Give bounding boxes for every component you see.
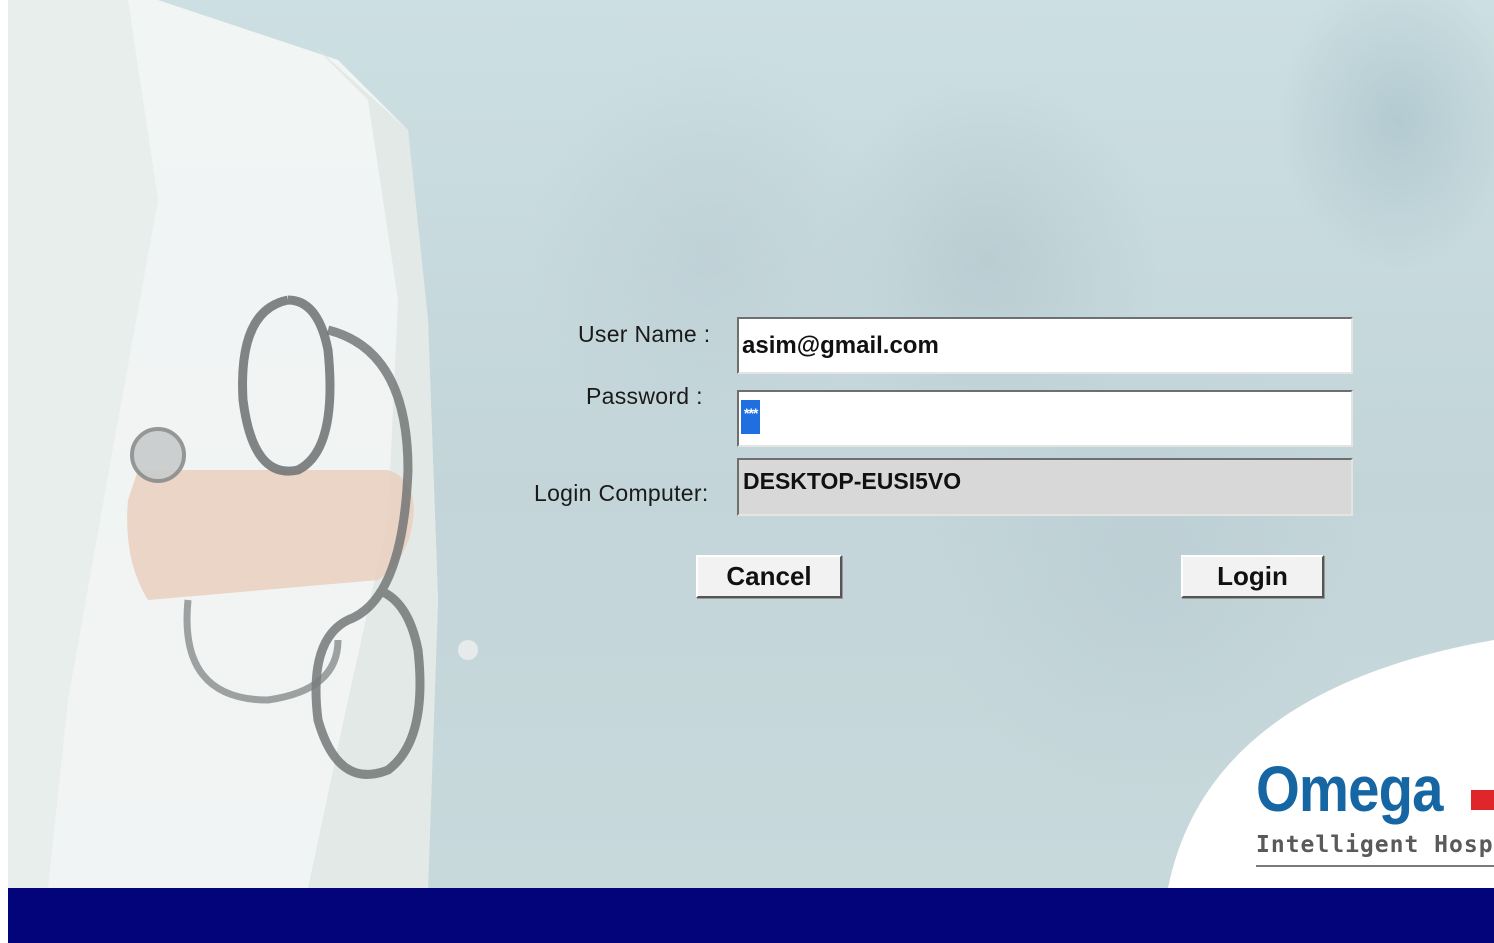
footer-bar	[8, 888, 1494, 943]
logo-accent	[1471, 790, 1494, 810]
window-edge	[0, 0, 8, 943]
password-label: Password :	[586, 383, 703, 409]
username-input[interactable]	[737, 317, 1353, 374]
cancel-button[interactable]: Cancel	[696, 555, 842, 598]
password-input[interactable]: ***	[737, 390, 1353, 447]
hand	[127, 470, 414, 600]
logo-underline	[1256, 865, 1494, 867]
password-selected-text: ***	[741, 400, 761, 434]
stethoscope-earpiece	[458, 640, 478, 660]
logo-tagline: Intelligent Hosp	[1256, 832, 1494, 858]
login-computer-label: Login Computer:	[534, 480, 709, 506]
login-window: User Name : Password : *** Login Compute…	[0, 0, 1494, 943]
login-computer-field: DESKTOP-EUSI5VO	[737, 458, 1353, 516]
username-label: User Name :	[578, 321, 711, 347]
stethoscope-chest-piece	[130, 427, 186, 483]
login-button[interactable]: Login	[1181, 555, 1324, 598]
logo-text: Omega	[1256, 753, 1443, 825]
